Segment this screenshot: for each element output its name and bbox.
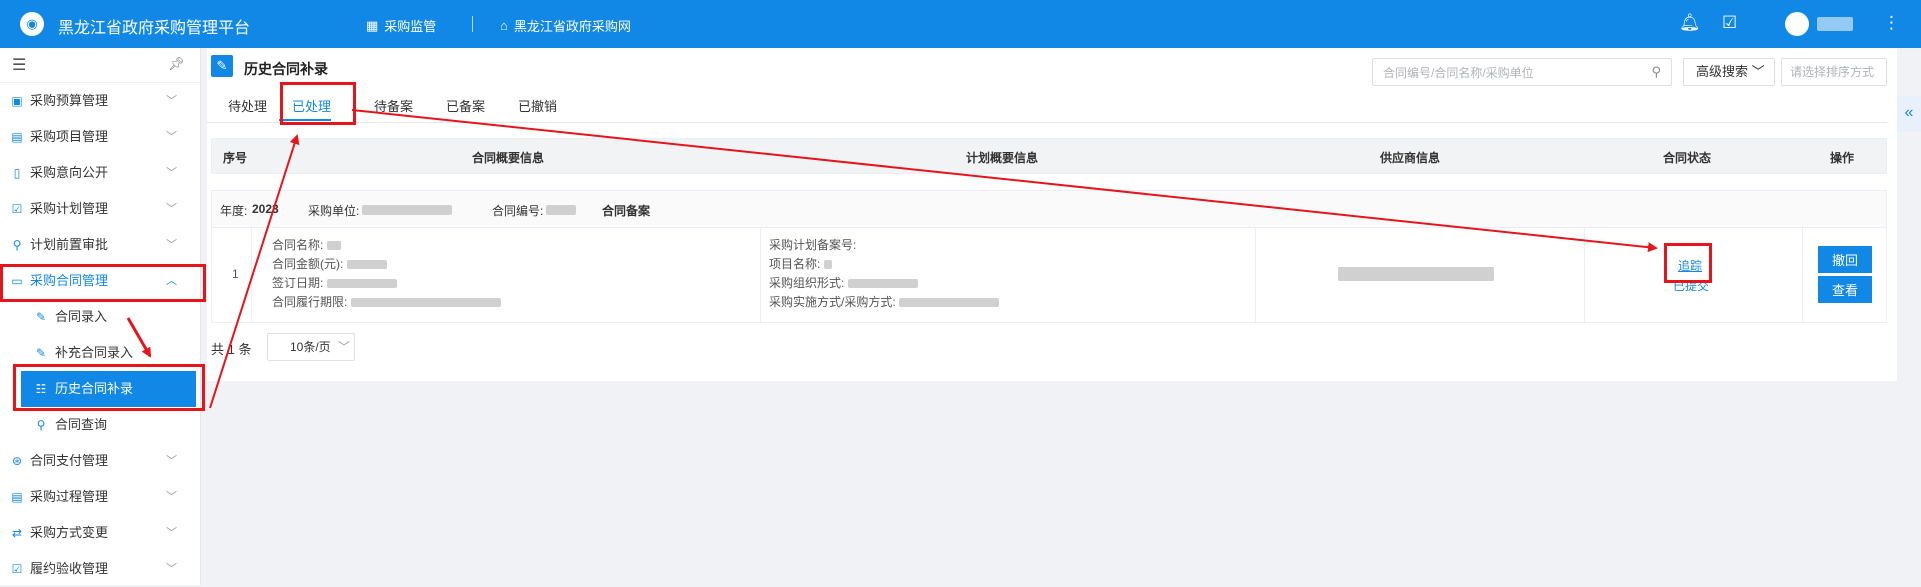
arrow-to-history-menu xyxy=(126,317,152,358)
arrow-to-track xyxy=(351,109,1658,253)
annotation-arrows xyxy=(126,109,1658,409)
arrow-to-tab xyxy=(209,134,300,409)
